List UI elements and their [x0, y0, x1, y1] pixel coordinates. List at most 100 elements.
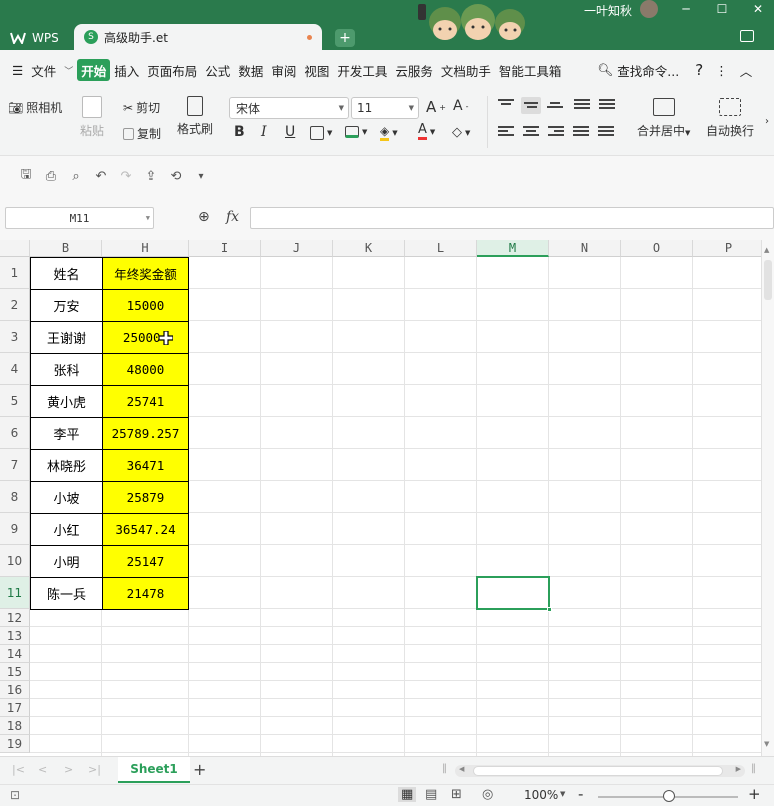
column-header-i[interactable]: I [189, 240, 261, 257]
row-header-15[interactable]: 15 [0, 663, 30, 681]
page-layout-view-icon[interactable]: ⊞ [451, 787, 462, 802]
menu-insert[interactable]: 插入 [110, 59, 143, 81]
table-cell-name[interactable]: 林晓彤 [30, 449, 103, 482]
prev-sheet-icon[interactable]: < [38, 763, 47, 776]
help-icon[interactable]: ? [691, 59, 707, 81]
close-icon[interactable]: ✕ [748, 0, 768, 18]
fill-color-button[interactable]: ◈ ▼ [380, 125, 398, 141]
font-name-select[interactable]: 宋体 ▼ [229, 97, 349, 119]
hamburger-icon[interactable]: ☰ [8, 59, 27, 81]
row-header-5[interactable]: 5 [0, 385, 30, 417]
first-sheet-icon[interactable]: |< [12, 763, 25, 776]
menu-file[interactable]: 文件 [27, 59, 60, 81]
column-header-h[interactable]: H [102, 240, 189, 257]
select-all-corner[interactable] [0, 240, 30, 257]
paste-button[interactable]: 粘贴 [80, 96, 104, 139]
sheet-tab-sheet1[interactable]: Sheet1 [118, 757, 190, 783]
table-cell-name[interactable]: 姓名 [30, 257, 103, 290]
row-header-6[interactable]: 6 [0, 417, 30, 449]
menu-data[interactable]: 数据 [234, 59, 267, 81]
cell-style-button[interactable]: ▼ [345, 126, 367, 138]
maximize-icon[interactable]: ☐ [712, 0, 732, 18]
vertical-scroll-thumb[interactable] [764, 260, 772, 300]
table-cell-amount[interactable]: 21478 [102, 577, 189, 610]
wps-home-tab[interactable]: WPS [4, 26, 70, 50]
row-header-11[interactable]: 11 [0, 577, 30, 609]
last-sheet-icon[interactable]: >| [88, 763, 101, 776]
sidebar-toggle-icon[interactable] [740, 30, 754, 42]
camera-button[interactable]: 📷︎ 照相机 [8, 99, 62, 116]
menu-developer[interactable]: 开发工具 [333, 59, 391, 81]
merge-center-button[interactable]: 合并居中▼ [637, 98, 690, 139]
share-icon[interactable]: ⇪ [143, 168, 159, 184]
formula-input[interactable] [250, 207, 774, 229]
format-icon[interactable]: ⟲ [168, 168, 184, 184]
menu-page-layout[interactable]: 页面布局 [143, 59, 201, 81]
menu-toolbox[interactable]: 智能工具箱 [495, 59, 566, 81]
indent-increase-icon[interactable] [599, 99, 615, 111]
chevron-right-icon[interactable]: › [765, 116, 769, 127]
copy-button[interactable]: 复制 [123, 125, 161, 142]
align-center-icon[interactable] [523, 126, 539, 138]
row-header-9[interactable]: 9 [0, 513, 30, 545]
column-header-j[interactable]: J [261, 240, 333, 257]
zoom-slider-handle[interactable] [663, 790, 675, 802]
table-cell-amount[interactable]: 25000. [102, 321, 189, 354]
new-tab-button[interactable]: + [335, 29, 355, 47]
column-header-l[interactable]: L [405, 240, 477, 257]
column-header-p[interactable]: P [693, 240, 761, 257]
table-cell-amount[interactable]: 15000 [102, 289, 189, 322]
row-header-7[interactable]: 7 [0, 449, 30, 481]
reading-mode-icon[interactable]: ◎ [482, 787, 493, 802]
table-cell-amount[interactable]: 36471 [102, 449, 189, 482]
table-cell-name[interactable]: 张科 [30, 353, 103, 386]
scroll-left-icon[interactable]: ◀ [459, 765, 464, 773]
split-handle-icon[interactable]: ‖ [442, 763, 447, 774]
table-cell-name[interactable]: 王谢谢 [30, 321, 103, 354]
row-header-19[interactable]: 19 [0, 735, 30, 753]
format-painter-button[interactable]: 格式刷 [177, 96, 213, 137]
search-icon[interactable]: 🔍︎ [593, 59, 617, 81]
column-header-b[interactable]: B [30, 240, 102, 257]
wrap-text-button[interactable]: 自动换行 [706, 98, 754, 139]
align-right-icon[interactable] [548, 126, 564, 138]
avatar[interactable] [640, 0, 658, 18]
print-preview-icon[interactable]: ⌕ [68, 168, 84, 184]
underline-button[interactable]: U [285, 124, 295, 140]
add-sheet-button[interactable]: + [193, 760, 206, 779]
menu-formulas[interactable]: 公式 [201, 59, 234, 81]
document-tab[interactable]: S 高级助手.et [74, 24, 322, 50]
zoom-in-button[interactable]: + [748, 785, 761, 803]
table-cell-amount[interactable]: 25879 [102, 481, 189, 514]
table-cell-name[interactable]: 小坡 [30, 481, 103, 514]
macro-status-icon[interactable]: ⊡ [10, 788, 20, 802]
decrease-font-icon[interactable]: A- [453, 98, 468, 114]
spreadsheet-grid[interactable]: B H I J K L M N O P 1 2 3 4 5 6 7 8 9 10 11 12 13 14 15 16 17 18 19 姓… [0, 240, 761, 756]
command-search[interactable]: 查找命令... [617, 59, 683, 81]
table-cell-name[interactable]: 万安 [30, 289, 103, 322]
font-color-button[interactable]: A ▼ [418, 123, 435, 140]
save-icon[interactable]: 🖫 [18, 167, 34, 184]
active-cell-selection[interactable] [476, 576, 552, 612]
table-cell-amount[interactable]: 25789.257 [102, 417, 189, 450]
zoom-out-button[interactable]: - [578, 785, 583, 803]
align-bottom-icon[interactable] [547, 102, 563, 114]
zoom-level[interactable]: 100% [524, 788, 558, 802]
redo-icon[interactable]: ↷ [118, 168, 134, 184]
indent-decrease-icon[interactable] [574, 99, 590, 111]
table-cell-name[interactable]: 李平 [30, 417, 103, 450]
function-icon[interactable]: fx [226, 209, 239, 225]
menu-home[interactable]: 开始 [77, 59, 111, 81]
menu-doc-assistant[interactable]: 文档助手 [437, 59, 495, 81]
menu-view[interactable]: 视图 [300, 59, 333, 81]
row-header-17[interactable]: 17 [0, 699, 30, 717]
align-left-icon[interactable] [498, 126, 514, 138]
justify-icon[interactable] [573, 126, 589, 138]
collapse-ribbon-icon[interactable]: ︿ [736, 59, 757, 81]
distribute-icon[interactable] [598, 126, 614, 138]
row-header-3[interactable]: 3 [0, 321, 30, 353]
clear-button[interactable]: ◇ ▼ [452, 125, 470, 140]
font-size-select[interactable]: 11 ▼ [351, 97, 419, 119]
italic-button[interactable]: I [261, 124, 267, 140]
bold-button[interactable]: B [234, 124, 245, 140]
